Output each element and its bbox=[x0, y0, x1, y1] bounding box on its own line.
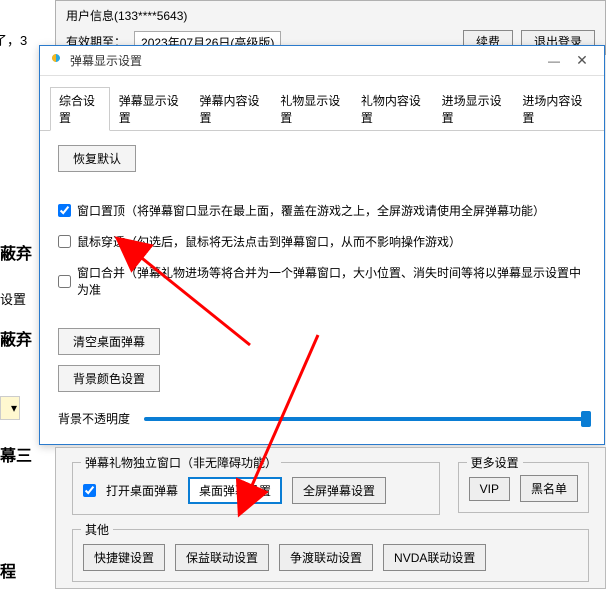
desktop-danmu-settings-button[interactable]: 桌面弹幕设置 bbox=[188, 477, 282, 504]
checkbox-window-topmost-label: 窗口置顶（将弹幕窗口显示在最上面，覆盖在游戏之上，全屏游戏请使用全屏弹幕功能） bbox=[77, 202, 545, 219]
tab-danmu-display[interactable]: 弹幕显示设置 bbox=[110, 87, 191, 131]
checkbox-window-topmost[interactable] bbox=[58, 204, 71, 217]
fullscreen-danmu-settings-button[interactable]: 全屏弹幕设置 bbox=[292, 477, 386, 504]
checkbox-mouse-through-label: 鼠标穿透（勾选后，鼠标将无法点击到弹幕窗口，从而不影响操作游戏） bbox=[77, 233, 461, 250]
vip-button[interactable]: VIP bbox=[469, 477, 510, 501]
bg-text-1: 蔽弃 bbox=[0, 240, 34, 264]
bg-text-5: 程 bbox=[0, 558, 34, 582]
chevron-down-icon: ▾ bbox=[11, 401, 17, 415]
user-info-label: 用户信息(133****5643) bbox=[66, 7, 187, 24]
tabs: 综合设置 弹幕显示设置 弹幕内容设置 礼物显示设置 礼物内容设置 进场显示设置 … bbox=[40, 76, 604, 131]
tab-enter-content[interactable]: 进场内容设置 bbox=[513, 87, 594, 131]
dialog-body: 恢复默认 窗口置顶（将弹幕窗口显示在最上面，覆盖在游戏之上，全屏游戏请使用全屏弹… bbox=[40, 131, 604, 441]
dialog-title: 弹幕显示设置 bbox=[70, 52, 540, 69]
bg-text-3: 蔽弃 bbox=[0, 326, 34, 350]
checkbox-open-desktop-danmu-label: 打开桌面弹幕 bbox=[106, 482, 178, 499]
checkbox-window-merge[interactable] bbox=[58, 275, 71, 288]
opacity-label: 背景不透明度 bbox=[58, 410, 130, 427]
bg-text-2: 设置 bbox=[0, 289, 34, 308]
baoyi-link-settings-button[interactable]: 保益联动设置 bbox=[175, 544, 269, 571]
tab-gift-content[interactable]: 礼物内容设置 bbox=[352, 87, 433, 131]
nvda-link-settings-button[interactable]: NVDA联动设置 bbox=[383, 544, 486, 571]
app-icon bbox=[48, 53, 64, 69]
bg-text-topleft: 了，3 bbox=[0, 30, 27, 49]
tab-enter-display[interactable]: 进场显示设置 bbox=[433, 87, 514, 131]
group-others-legend: 其他 bbox=[81, 521, 113, 538]
checkbox-open-desktop-danmu[interactable] bbox=[83, 484, 96, 497]
group-independent-window: 弹幕礼物独立窗口（非无障碍功能） 打开桌面弹幕 桌面弹幕设置 全屏弹幕设置 bbox=[72, 462, 440, 515]
titlebar: 弹幕显示设置 — ✕ bbox=[40, 46, 604, 76]
checkbox-mouse-through[interactable] bbox=[58, 235, 71, 248]
restore-default-button[interactable]: 恢复默认 bbox=[58, 145, 136, 172]
opacity-slider[interactable] bbox=[144, 417, 586, 421]
bg-dropdown-fragment[interactable]: ▾ bbox=[0, 396, 20, 420]
tab-danmu-content[interactable]: 弹幕内容设置 bbox=[191, 87, 272, 131]
blacklist-button[interactable]: 黑名单 bbox=[520, 475, 578, 502]
group-independent-window-legend: 弹幕礼物独立窗口（非无障碍功能） bbox=[81, 454, 281, 471]
opacity-slider-thumb[interactable] bbox=[581, 411, 591, 427]
group-more-settings-legend: 更多设置 bbox=[467, 454, 523, 471]
tab-general[interactable]: 综合设置 bbox=[50, 87, 110, 131]
group-more-settings: 更多设置 VIP 黑名单 bbox=[458, 462, 589, 513]
close-icon[interactable]: ✕ bbox=[568, 52, 596, 69]
bg-color-settings-button[interactable]: 背景颜色设置 bbox=[58, 365, 160, 392]
zhengdu-link-settings-button[interactable]: 争渡联动设置 bbox=[279, 544, 373, 571]
danmu-settings-dialog: 弹幕显示设置 — ✕ 综合设置 弹幕显示设置 弹幕内容设置 礼物显示设置 礼物内… bbox=[39, 45, 605, 445]
lower-panel: 弹幕礼物独立窗口（非无障碍功能） 打开桌面弹幕 桌面弹幕设置 全屏弹幕设置 更多… bbox=[55, 447, 606, 589]
tab-gift-display[interactable]: 礼物显示设置 bbox=[271, 87, 352, 131]
clear-desktop-danmu-button[interactable]: 清空桌面弹幕 bbox=[58, 328, 160, 355]
checkbox-window-merge-label: 窗口合并（弹幕礼物进场等将合并为一个弹幕窗口，大小位置、消失时间等将以弹幕显示设… bbox=[77, 264, 586, 298]
minimize-icon[interactable]: — bbox=[540, 54, 568, 68]
hotkey-settings-button[interactable]: 快捷键设置 bbox=[83, 544, 165, 571]
bg-text-4: 幕三 bbox=[0, 442, 34, 466]
group-others: 其他 快捷键设置 保益联动设置 争渡联动设置 NVDA联动设置 bbox=[72, 529, 589, 582]
